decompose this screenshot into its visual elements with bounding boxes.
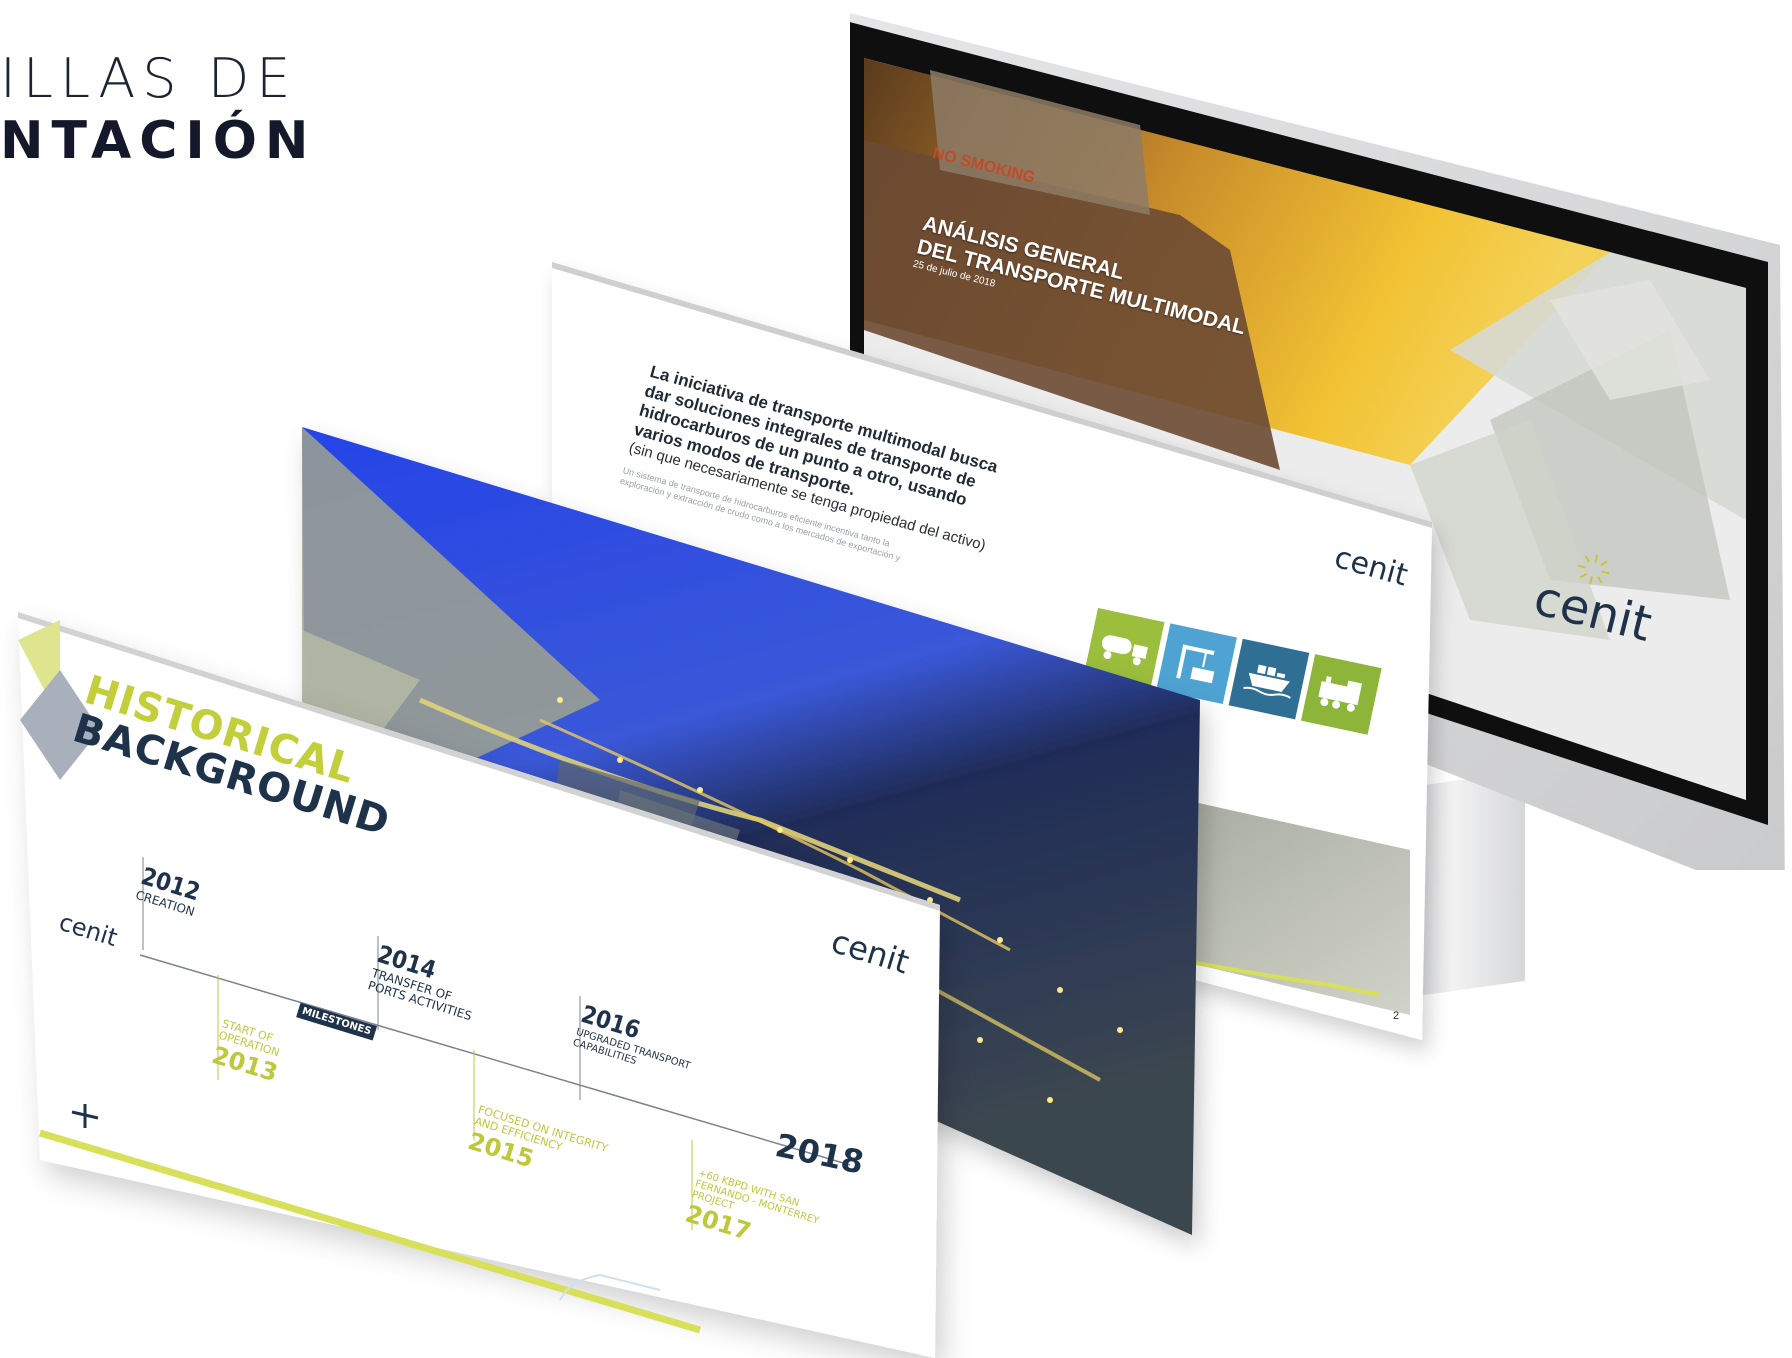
history-slide-layer: HISTORICAL BACKGROUND cenit cenit 2012 C…: [0, 0, 1792, 1358]
history-slide: [18, 612, 940, 1358]
